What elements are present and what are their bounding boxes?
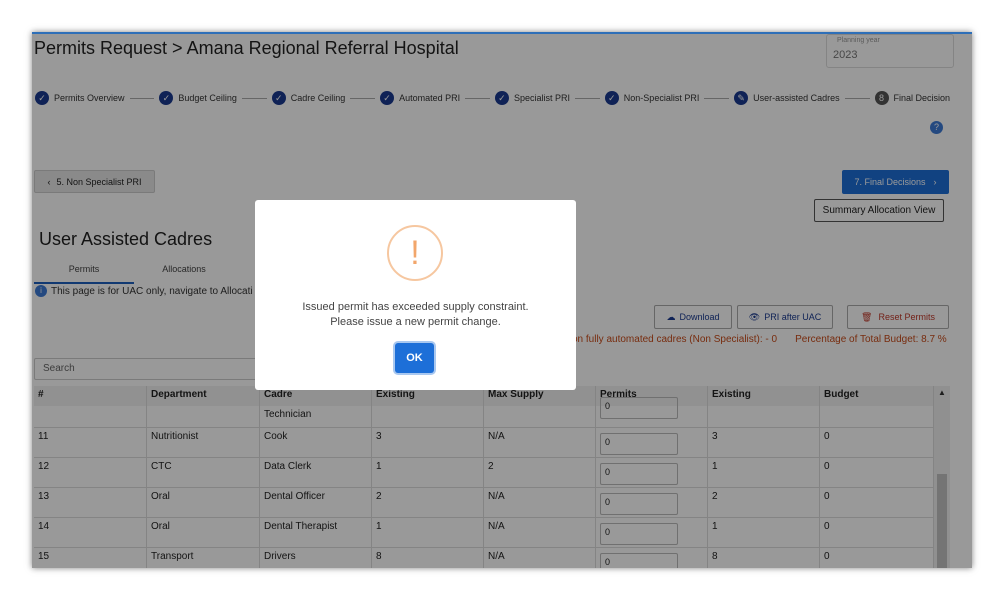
app-window: Permits Request > Amana Regional Referra… [32,32,972,568]
ok-button[interactable]: OK [395,343,434,373]
alert-message-line: Issued permit has exceeded supply constr… [302,301,529,313]
alert-message-line: Please issue a new permit change. [330,316,501,328]
warning-icon: ! [387,225,443,281]
alert-dialog: ! Issued permit has exceeded supply cons… [255,200,576,390]
alert-message: Issued permit has exceeded supply constr… [255,300,576,330]
